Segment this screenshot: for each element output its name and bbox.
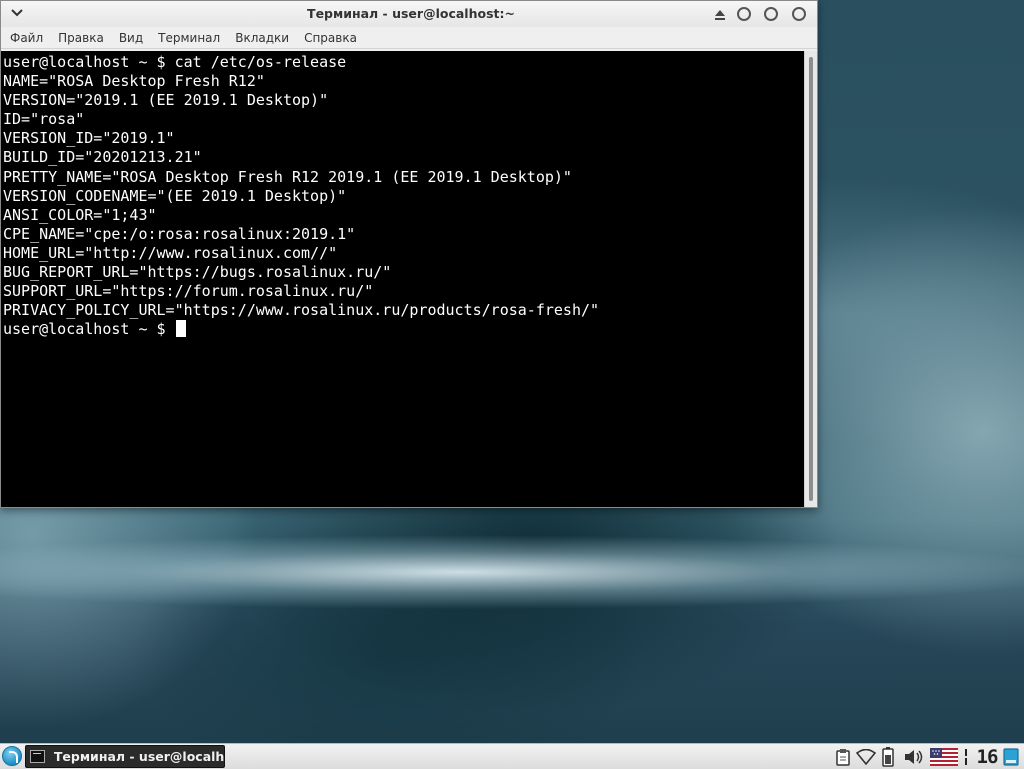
window-titlebar[interactable]: Терминал - user@localhost:~ bbox=[1, 1, 817, 27]
terminal-scrollbar[interactable] bbox=[804, 51, 817, 507]
wifi-icon[interactable] bbox=[856, 747, 876, 767]
text-cursor bbox=[175, 320, 186, 338]
taskbar-item-terminal[interactable]: Терминал - user@localh... bbox=[25, 745, 225, 768]
terminal-line: BUG_REPORT_URL="https://bugs.rosalinux.r… bbox=[3, 263, 392, 282]
terminal-line: ID="rosa" bbox=[3, 110, 85, 129]
volume-icon[interactable] bbox=[904, 747, 924, 767]
window-title: Терминал - user@localhost:~ bbox=[307, 6, 515, 21]
terminal-line: ANSI_COLOR="1;43" bbox=[3, 205, 157, 224]
menu-file[interactable]: Файл bbox=[1, 27, 49, 49]
maximize-icon[interactable] bbox=[764, 7, 778, 21]
terminal-line: SUPPORT_URL="https://forum.rosalinux.ru/… bbox=[3, 282, 374, 301]
menu-help[interactable]: Справка bbox=[295, 27, 363, 49]
terminal-line: user@localhost ~ $ cat /etc/os-release bbox=[3, 53, 347, 71]
terminal-line: NAME="ROSA Desktop Fresh R12" bbox=[3, 72, 265, 91]
tray-separator bbox=[963, 747, 969, 767]
terminal-window[interactable]: Терминал - user@localhost:~ Файл Правка … bbox=[0, 0, 818, 508]
clock[interactable]: 16 bbox=[975, 746, 999, 768]
menu-view[interactable]: Вид bbox=[110, 27, 149, 49]
clipboard-icon[interactable] bbox=[834, 747, 852, 767]
minimize-icon[interactable] bbox=[737, 7, 751, 21]
close-icon[interactable] bbox=[792, 7, 806, 21]
terminal-output[interactable]: user@localhost ~ $ cat /etc/os-release N… bbox=[1, 51, 804, 507]
menu-tabs[interactable]: Вкладки bbox=[226, 27, 295, 49]
menu-bar: Файл Правка Вид Терминал Вкладки Справка bbox=[1, 27, 817, 49]
taskbar-item-label: Терминал - user@localh... bbox=[53, 749, 224, 764]
menu-edit[interactable]: Правка bbox=[49, 27, 110, 49]
terminal-line: BUILD_ID="20201213.21" bbox=[3, 148, 202, 167]
terminal-line: PRETTY_NAME="ROSA Desktop Fresh R12 2019… bbox=[3, 167, 572, 186]
menu-terminal[interactable]: Терминал bbox=[149, 27, 226, 49]
terminal-prompt: user@localhost ~ $ bbox=[3, 320, 175, 339]
terminal-line: VERSION="2019.1 (EE 2019.1 Desktop)" bbox=[3, 91, 329, 110]
terminal-line: VERSION_ID="2019.1" bbox=[3, 129, 175, 148]
terminal-icon bbox=[30, 750, 45, 763]
us-flag-icon[interactable] bbox=[929, 747, 959, 767]
terminal-line: CPE_NAME="cpe:/o:rosa:rosalinux:2019.1" bbox=[3, 224, 356, 243]
terminal-prompt-line[interactable]: user@localhost ~ $ bbox=[3, 320, 804, 339]
terminal-line: VERSION_CODENAME="(EE 2019.1 Desktop)" bbox=[3, 186, 347, 205]
terminal-line: PRIVACY_POLICY_URL="https://www.rosalinu… bbox=[3, 301, 600, 320]
battery-icon[interactable] bbox=[881, 747, 895, 767]
terminal-line: HOME_URL="http://www.rosalinux.com//" bbox=[3, 243, 338, 262]
taskbar: Терминал - user@localh... 16 bbox=[0, 743, 1024, 769]
rosa-start-icon[interactable] bbox=[2, 746, 22, 766]
keep-above-icon[interactable] bbox=[713, 7, 727, 21]
show-desktop-icon[interactable] bbox=[1002, 747, 1020, 767]
scrollbar-thumb[interactable] bbox=[809, 57, 813, 501]
chevron-down-icon[interactable] bbox=[10, 6, 24, 20]
